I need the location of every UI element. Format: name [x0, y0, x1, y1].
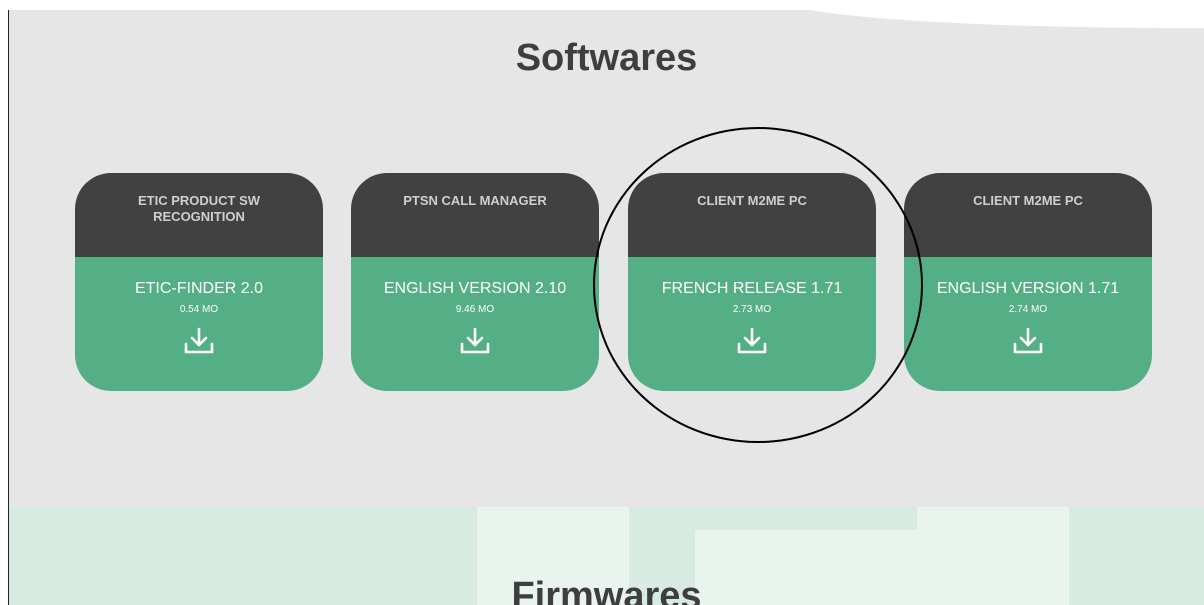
software-card-etic-finder: ETIC PRODUCT SW RECOGNITION ETIC-FINDER … [75, 173, 323, 391]
card-version: ENGLISH VERSION 2.10 [383, 280, 567, 297]
card-body: ETIC-FINDER 2.0 0.54 MO [75, 257, 323, 391]
card-body: ENGLISH VERSION 1.71 2.74 MO [904, 257, 1152, 391]
background-shape [917, 507, 1069, 530]
softwares-title: Softwares [515, 37, 698, 79]
card-size: 2.74 MO [1008, 304, 1048, 315]
software-card-ptsn-call-manager: PTSN CALL MANAGER ENGLISH VERSION 2.10 9… [351, 173, 599, 391]
card-header: CLIENT M2ME PC [628, 173, 876, 257]
download-icon[interactable] [735, 325, 769, 359]
card-body: ENGLISH VERSION 2.10 9.46 MO [351, 257, 599, 391]
card-header: CLIENT M2ME PC [904, 173, 1152, 257]
download-icon[interactable] [1011, 325, 1045, 359]
software-card-client-m2me-french: CLIENT M2ME PC FRENCH RELEASE 1.71 2.73 … [628, 173, 876, 391]
card-header: PTSN CALL MANAGER [351, 173, 599, 257]
softwares-section: Softwares ETIC PRODUCT SW RECOGNITION ET… [9, 10, 1204, 507]
card-size: 2.73 MO [732, 304, 772, 315]
card-size: 9.46 MO [455, 304, 495, 315]
download-icon[interactable] [182, 325, 216, 359]
download-icon[interactable] [458, 325, 492, 359]
card-body: FRENCH RELEASE 1.71 2.73 MO [628, 257, 876, 391]
left-edge [0, 10, 8, 605]
firmwares-section: Firmwares [9, 507, 1204, 605]
card-header: ETIC PRODUCT SW RECOGNITION [75, 173, 323, 257]
card-version: ETIC-FINDER 2.0 [134, 280, 263, 297]
card-size: 0.54 MO [179, 304, 219, 315]
firmwares-title: Firmwares [511, 575, 702, 605]
card-version: ENGLISH VERSION 1.71 [936, 280, 1120, 297]
card-version: FRENCH RELEASE 1.71 [661, 280, 843, 297]
page: Softwares ETIC PRODUCT SW RECOGNITION ET… [0, 0, 1204, 605]
software-card-client-m2me-english: CLIENT M2ME PC ENGLISH VERSION 1.71 2.74… [904, 173, 1152, 391]
